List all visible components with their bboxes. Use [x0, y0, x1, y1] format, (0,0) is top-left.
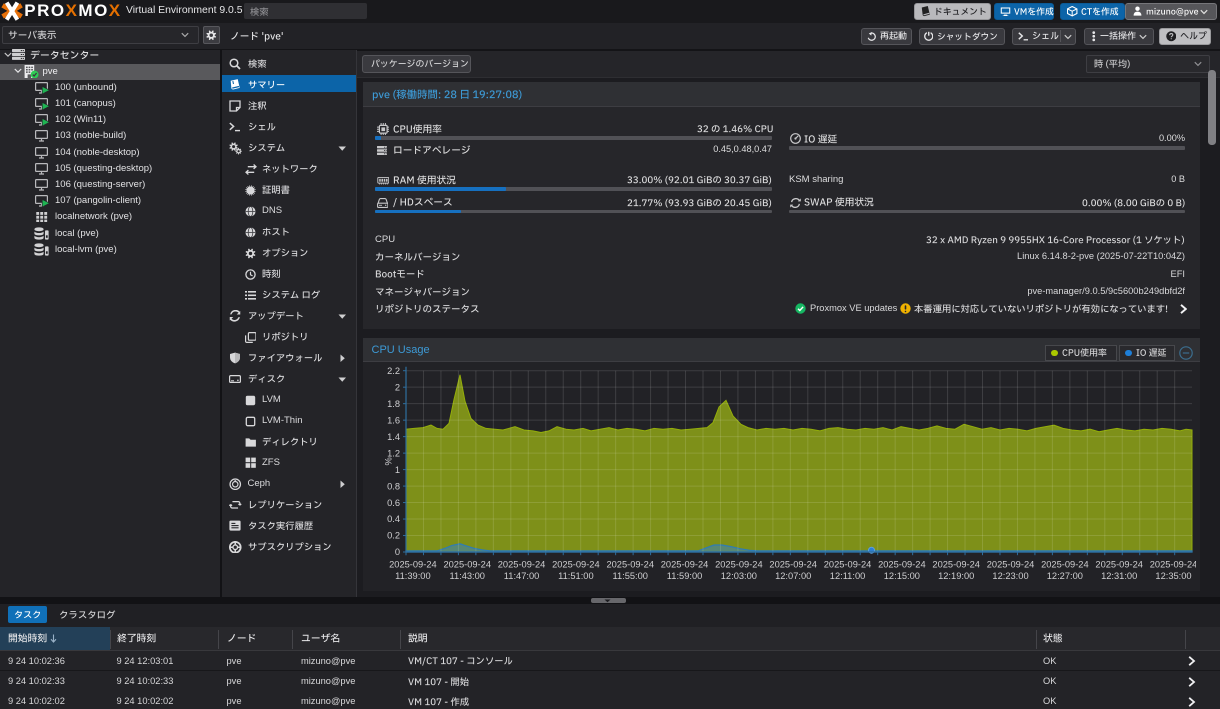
svg-text:1.8: 1.8	[387, 399, 400, 409]
svg-text:2025-09-24: 2025-09-24	[606, 559, 654, 569]
svg-text:0.4: 0.4	[387, 514, 400, 524]
svg-text:2025-09-24: 2025-09-24	[769, 559, 817, 569]
svg-text:2025-09-24: 2025-09-24	[878, 559, 926, 569]
svg-text:0.2: 0.2	[387, 531, 400, 541]
svg-text:2: 2	[395, 382, 400, 392]
svg-text:2025-09-24: 2025-09-24	[661, 559, 709, 569]
svg-text:2025-09-24: 2025-09-24	[389, 559, 437, 569]
svg-text:12:23:00: 12:23:00	[992, 571, 1028, 581]
svg-text:12:11:00: 12:11:00	[830, 571, 866, 581]
svg-text:2025-09-24: 2025-09-24	[1095, 559, 1143, 569]
svg-text:2025-09-24: 2025-09-24	[932, 559, 980, 569]
svg-text:11:55:00: 11:55:00	[612, 571, 648, 581]
svg-text:2.2: 2.2	[387, 366, 400, 376]
svg-text:2025-09-24: 2025-09-24	[1150, 559, 1196, 569]
svg-text:2025-09-24: 2025-09-24	[498, 559, 546, 569]
svg-text:1.2: 1.2	[387, 448, 400, 458]
svg-text:0.8: 0.8	[387, 481, 400, 491]
svg-text:11:59:00: 11:59:00	[667, 571, 703, 581]
svg-text:12:03:00: 12:03:00	[721, 571, 757, 581]
svg-text:2025-09-24: 2025-09-24	[987, 559, 1035, 569]
svg-text:1: 1	[395, 465, 400, 475]
svg-text:2025-09-24: 2025-09-24	[824, 559, 872, 569]
svg-text:12:27:00: 12:27:00	[1047, 571, 1083, 581]
svg-text:11:43:00: 11:43:00	[449, 571, 485, 581]
svg-text:1.4: 1.4	[387, 432, 400, 442]
svg-text:12:19:00: 12:19:00	[938, 571, 974, 581]
svg-text:0.6: 0.6	[387, 498, 400, 508]
svg-text:2025-09-24: 2025-09-24	[552, 559, 600, 569]
svg-text:11:47:00: 11:47:00	[504, 571, 540, 581]
svg-text:12:35:00: 12:35:00	[1155, 571, 1191, 581]
svg-text:1.6: 1.6	[387, 415, 400, 425]
svg-text:2025-09-24: 2025-09-24	[443, 559, 491, 569]
svg-text:11:39:00: 11:39:00	[395, 571, 431, 581]
svg-text:0: 0	[395, 547, 400, 557]
svg-text:%: %	[384, 457, 394, 465]
svg-text:12:31:00: 12:31:00	[1101, 571, 1137, 581]
svg-text:11:51:00: 11:51:00	[558, 571, 594, 581]
svg-text:12:15:00: 12:15:00	[884, 571, 920, 581]
svg-text:12:07:00: 12:07:00	[775, 571, 811, 581]
svg-text:2025-09-24: 2025-09-24	[1041, 559, 1089, 569]
svg-text:2025-09-24: 2025-09-24	[715, 559, 763, 569]
